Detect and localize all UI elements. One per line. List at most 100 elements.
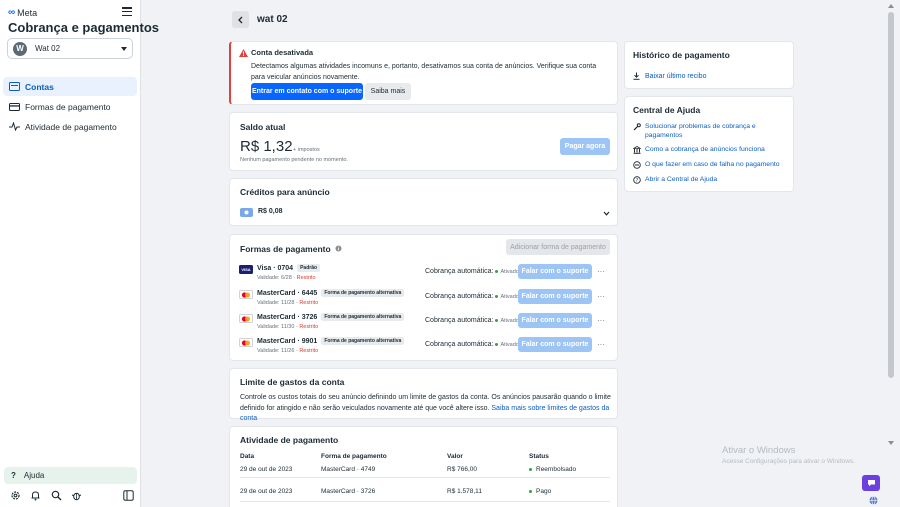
help-label: Ajuda [23,471,45,480]
account-selector[interactable]: W Wat 02 [7,38,133,59]
more-options-icon[interactable]: ··· [597,292,605,301]
settings-gear-icon[interactable] [9,489,21,501]
alert-body: Detectamos algumas atividades incomuns e… [251,63,597,81]
talk-to-support-button[interactable]: Falar com o suporte [518,337,592,352]
spending-limit-body: Controle os custos totais do seu anúncio… [240,393,612,425]
help-link-open-help-center[interactable]: ? Abrir a Central de Ajuda [633,175,788,184]
payment-activity-title: Atividade de pagamento [240,435,339,445]
row-status: Pago [529,488,551,495]
chevron-down-icon[interactable] [603,207,610,219]
card-validity: Validade: 11/26 · Restrito [257,348,318,354]
vertical-scrollbar[interactable] [884,0,900,507]
windows-activation-watermark: Ativar o Windows Acesse Configurações pa… [722,445,855,465]
payment-history-title: Histórico de pagamento [633,50,730,60]
account-name: Wat 02 [35,44,61,53]
chevron-left-icon [238,16,243,23]
payment-method-name: MasterCard · 3726 Forma de pagamento alt… [257,313,405,321]
sidebar: ∞ Meta Cobrança e pagamentos W Wat 02 Co… [0,0,159,507]
language-globe-icon[interactable] [869,496,878,505]
contact-support-button[interactable]: Entrar em contato com o suporte [251,83,363,100]
sidebar-item-label: Atividade de pagamento [25,121,117,132]
talk-to-support-button[interactable]: Falar com o suporte [518,313,592,328]
sidebar-item-contas[interactable]: Contas [3,77,137,96]
row-divider [240,477,610,478]
card-name: MasterCard · 9901 [257,337,318,345]
activity-pulse-icon [7,122,21,132]
sidebar-item-formas-de-pagamento[interactable]: Formas de pagamento [3,97,137,116]
bank-icon [633,145,641,154]
auto-billing-label: Cobrança automática: [425,317,494,324]
card-name: MasterCard · 6445 [257,289,318,297]
card-validity: Validade: 11/30 · Restrito [257,324,318,330]
more-options-icon[interactable]: ··· [597,267,605,276]
credit-coupon-icon [240,208,253,217]
spending-limit-title: Limite de gastos da conta [240,377,345,387]
meta-logo[interactable]: ∞ Meta [8,7,37,18]
info-icon[interactable] [335,244,342,254]
watermark-line-2: Acesse Configurações para ativar o Windo… [722,458,855,465]
sidebar-item-atividade-de-pagamento[interactable]: Atividade de pagamento [3,117,137,136]
hamburger-menu-icon[interactable] [122,7,132,16]
credit-card-icon [7,102,21,112]
meta-infinity-icon: ∞ [8,7,16,18]
payment-history-card: Histórico de pagamento Baixar último rec… [624,41,794,89]
talk-to-support-button[interactable]: Falar com o suporte [518,289,592,304]
spending-limit-card: Limite de gastos da conta Controle os cu… [229,368,618,422]
restricted-label: Restrito [299,324,319,330]
page-title: wat 02 [257,14,288,25]
svg-text:?: ? [636,178,639,184]
scrollbar-thumb[interactable] [888,12,894,378]
download-receipt-label: Baixar último recibo [645,72,707,80]
payment-methods-title-text: Formas de pagamento [240,244,331,254]
row-amount: R$ 766,00 [447,466,477,473]
card-validity-text: Validade: 11/26 · [257,348,300,354]
row-method: MasterCard · 3726 [321,488,376,495]
ad-credits-card[interactable]: Créditos para anúncio R$ 0,08 [229,178,618,226]
help-center-card: Central de Ajuda Solucionar problemas de… [624,96,794,192]
pay-now-button[interactable]: Pagar agora [560,138,610,155]
balance-amount: R$ 1,32 [240,138,293,155]
scroll-down-arrow-icon[interactable] [888,441,894,445]
payment-method-name: MasterCard · 6445 Forma de pagamento alt… [257,289,405,297]
auto-billing-value: Ativado [500,317,519,324]
search-icon[interactable] [50,489,62,501]
card-validity: Validade: 11/28 · Restrito [257,300,318,306]
status-dot [495,295,499,298]
auto-billing-status: Cobrança automática: Ativado [425,268,519,275]
help-link-payment-failure[interactable]: O que fazer em caso de falha no pagament… [633,160,788,169]
bug-report-icon[interactable] [71,489,83,501]
restricted-label: Restrito [296,275,316,281]
card-name: Visa · 0704 [257,264,294,272]
chat-support-button[interactable] [862,475,880,491]
card-validity-text: Validade: 6/28 · [257,275,297,281]
row-date: 29 de out de 2023 [240,466,293,473]
add-payment-method-button[interactable]: Adicionar forma de pagamento [506,239,610,255]
auto-billing-label: Cobrança automática: [425,293,494,300]
help-link-label: Como a cobrança de anúncios funciona [645,146,765,153]
help-link-how-billing-works[interactable]: Como a cobrança de anúncios funciona [633,145,788,154]
row-amount: R$ 1.578,11 [447,488,482,495]
notifications-bell-icon[interactable] [30,489,42,501]
card-badge: Forma de pagamento alternativa [321,313,405,321]
warning-icon [239,48,248,60]
wrench-icon [633,122,641,140]
help-button[interactable]: ? Ajuda [4,467,137,484]
card-validity: Validade: 6/28 · Restrito [257,275,316,281]
status-dot [495,270,499,273]
sidebar-toggle-icon[interactable] [122,489,134,501]
scroll-up-arrow-icon[interactable] [888,4,894,8]
balance-tax-note: + impostos [293,147,320,153]
auto-billing-value: Ativado [500,341,519,348]
sidebar-nav: Contas Formas de pagamento Atividade de … [3,77,137,137]
more-options-icon[interactable]: ··· [597,316,605,325]
learn-more-button[interactable]: Saiba mais [365,83,411,100]
status-dot [495,319,499,322]
help-link-troubleshoot[interactable]: Solucionar problemas de cobrança e pagam… [633,122,788,140]
download-receipt-link[interactable]: Baixar último recibo [633,72,706,80]
card-validity-text: Validade: 11/28 · [257,300,300,306]
auto-billing-label: Cobrança automática: [425,341,494,348]
more-options-icon[interactable]: ··· [597,340,605,349]
help-link-label: Solucionar problemas de cobrança e pagam… [645,123,756,139]
back-button[interactable] [232,11,249,28]
talk-to-support-button[interactable]: Falar com o suporte [518,264,592,279]
